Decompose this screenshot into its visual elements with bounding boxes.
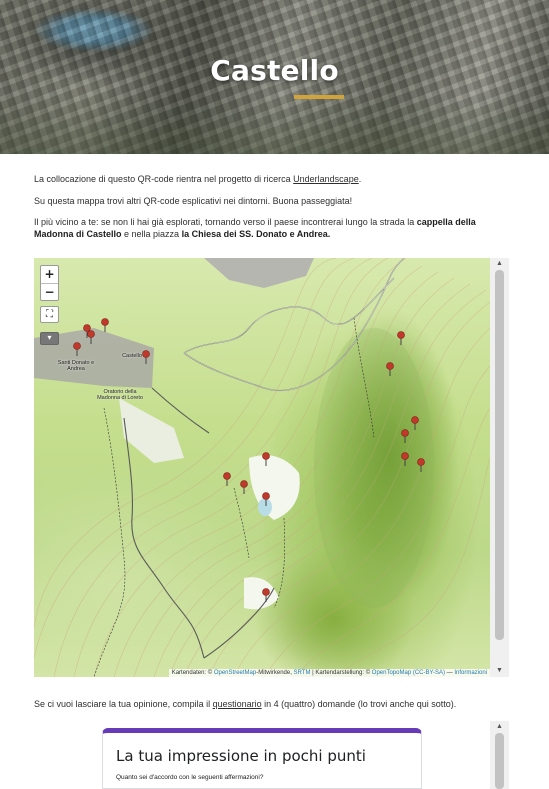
underlandscape-link[interactable]: Underlandscape: [293, 174, 359, 184]
info-link[interactable]: Informazioni: [454, 670, 487, 676]
intro-text-end: .: [358, 174, 362, 184]
map-embed[interactable]: Santi Donato e Andrea Castello Oratorio …: [34, 258, 509, 677]
intro-paragraph-2: Su questa mappa trovi altri QR-code espl…: [34, 196, 353, 206]
church-label: Santi Donato e Andrea: [57, 360, 95, 372]
intro-paragraph-1: La collocazione di questo QR-code rientr…: [34, 174, 496, 186]
topo-map[interactable]: Santi Donato e Andrea Castello Oratorio …: [34, 258, 490, 677]
layers-icon[interactable]: ▾: [40, 332, 59, 345]
form-scroll-up-arrow-icon[interactable]: ▲: [490, 721, 509, 733]
opentopomap-link[interactable]: OpenTopoMap: [372, 670, 411, 676]
fullscreen-icon[interactable]: ⛶: [40, 306, 59, 323]
zoom-control: + −: [40, 265, 59, 301]
oratorio-label: Oratorio della Madonna di Loreto: [97, 389, 143, 401]
hero-banner: Castello: [0, 0, 549, 154]
page-title: Castello: [210, 54, 339, 87]
attrib-mid-2: | Kartendarstellung: ©: [310, 670, 372, 676]
attrib-sep: —: [444, 670, 455, 676]
scroll-up-arrow-icon[interactable]: ▲: [490, 258, 509, 270]
zoom-out-button[interactable]: −: [41, 283, 58, 300]
opinion-text: Se ci vuoi lasciare la tua opinione, com…: [34, 699, 213, 709]
attrib-mid: -Mitwirkende,: [256, 670, 294, 676]
map-scrollbar[interactable]: ▲ ▼: [490, 258, 509, 677]
form-subtitle: Quanto sei d'accordo con le seguenti aff…: [116, 774, 264, 781]
opinion-text-end: in 4 (quattro) domande (lo trovi anche q…: [261, 699, 457, 709]
zoom-in-button[interactable]: +: [41, 266, 58, 283]
title-underline: [294, 95, 344, 99]
scroll-down-arrow-icon[interactable]: ▼: [490, 665, 509, 677]
church-name: la Chiesa dei SS. Donato e Andrea.: [181, 228, 331, 239]
nearby-text: Il più vicino a te: se non li hai già es…: [34, 217, 417, 227]
opinion-paragraph: Se ci vuoi lasciare la tua opinione, com…: [34, 699, 496, 711]
license-link[interactable]: (CC-BY-SA): [413, 670, 445, 676]
form-scrollbar[interactable]: ▲: [490, 721, 509, 789]
nearby-text-mid: e nella piazza: [121, 228, 182, 239]
srtm-link[interactable]: SRTM: [294, 670, 311, 676]
attrib-prefix: Kartendaten: ©: [171, 670, 214, 676]
questionnaire-link[interactable]: questionario: [213, 699, 262, 709]
form-embed[interactable]: La tua impressione in pochi punti Quanto…: [34, 721, 509, 789]
scroll-thumb[interactable]: [495, 270, 504, 640]
map-attribution: Kartendaten: © OpenStreetMap-Mitwirkende…: [168, 669, 490, 677]
form-title: La tua impressione in pochi punti: [116, 747, 366, 765]
form-scroll-thumb[interactable]: [495, 733, 504, 789]
osm-link[interactable]: OpenStreetMap: [214, 670, 256, 676]
intro-paragraph-3: Il più vicino a te: se non li hai già es…: [34, 217, 496, 240]
form-card: La tua impressione in pochi punti Quanto…: [102, 728, 422, 789]
intro-text: La collocazione di questo QR-code rientr…: [34, 174, 294, 184]
castello-label: Castello: [122, 353, 142, 359]
map-terrain: [34, 258, 490, 677]
